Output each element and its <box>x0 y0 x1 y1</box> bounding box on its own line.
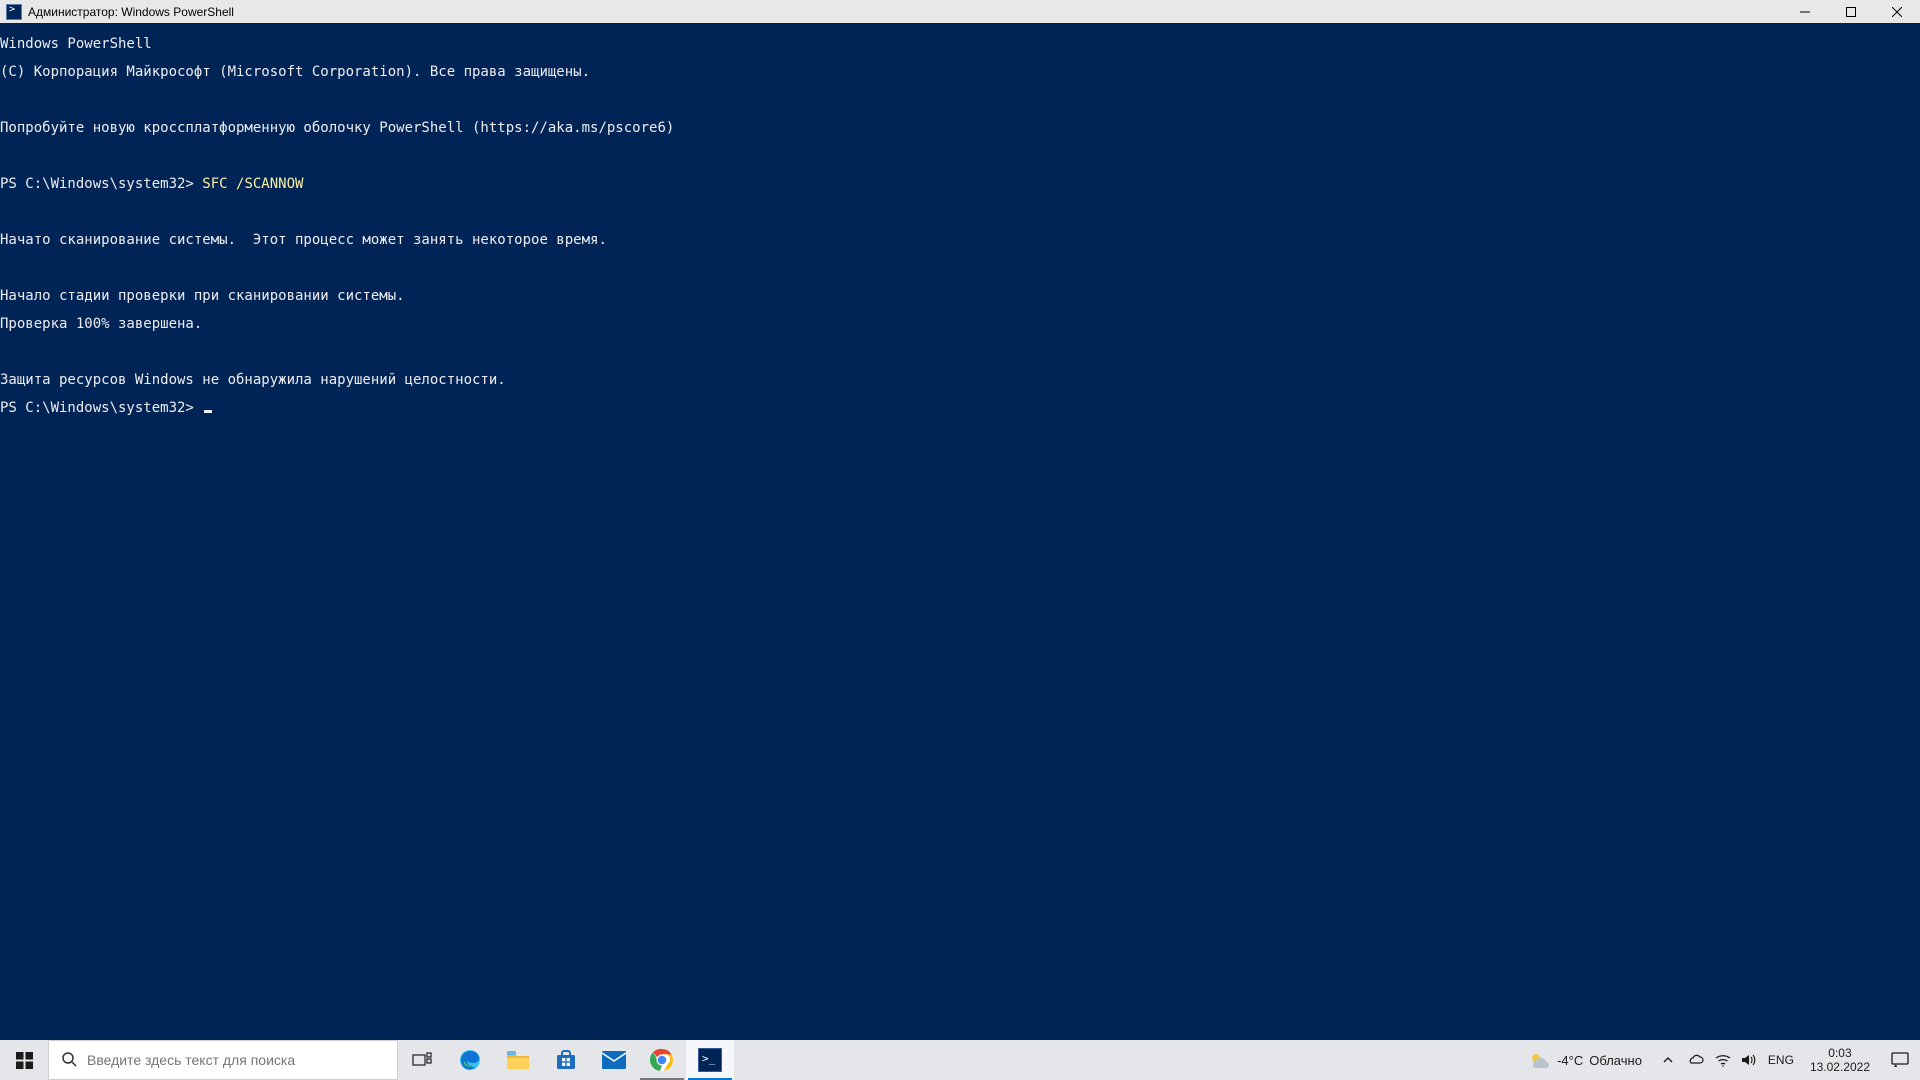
wifi-icon[interactable] <box>1710 1040 1736 1080</box>
console-line: Начало стадии проверки при сканировании … <box>0 289 1920 303</box>
weather-text: Облачно <box>1589 1053 1642 1068</box>
onedrive-icon[interactable] <box>1684 1040 1710 1080</box>
taskbar-app-microsoft-store[interactable] <box>542 1040 590 1080</box>
prompt: PS C:\Windows\system32> <box>0 400 202 416</box>
console-line: PS C:\Windows\system32> SFC /SCANNOW <box>0 177 1920 191</box>
tray-overflow-button[interactable] <box>1652 1040 1684 1080</box>
cursor <box>204 410 212 413</box>
taskbar-clock[interactable]: 0:03 13.02.2022 <box>1800 1040 1880 1080</box>
clock-time: 0:03 <box>1828 1046 1851 1060</box>
powershell-icon <box>6 4 22 20</box>
console-line: (C) Корпорация Майкрософт (Microsoft Cor… <box>0 65 1920 79</box>
lang-text: ENG <box>1768 1053 1794 1067</box>
console-line <box>0 261 1920 275</box>
powershell-window: Администратор: Windows PowerShell Window… <box>0 0 1920 1046</box>
taskbar-weather[interactable]: -4°C Облачно <box>1519 1040 1652 1080</box>
command-text: SFC /SCANNOW <box>202 176 303 192</box>
console-line <box>0 93 1920 107</box>
taskbar: Введите здесь текст для поиска <box>0 1040 1920 1080</box>
console-line: Попробуйте новую кроссплатформенную обол… <box>0 121 1920 135</box>
console-line: Защита ресурсов Windows не обнаружила на… <box>0 373 1920 387</box>
window-title: Администратор: Windows PowerShell <box>28 5 242 19</box>
prompt: PS C:\Windows\system32> <box>0 176 202 192</box>
taskbar-app-file-explorer[interactable] <box>494 1040 542 1080</box>
clock-date: 13.02.2022 <box>1810 1060 1870 1074</box>
taskbar-app-chrome[interactable] <box>638 1040 686 1080</box>
console-line <box>0 345 1920 359</box>
taskbar-app-powershell[interactable] <box>686 1040 734 1080</box>
minimize-button[interactable] <box>1782 0 1828 23</box>
taskbar-app-mail[interactable] <box>590 1040 638 1080</box>
input-language[interactable]: ENG <box>1762 1040 1800 1080</box>
maximize-button[interactable] <box>1828 0 1874 23</box>
console-line <box>0 205 1920 219</box>
console-line <box>0 149 1920 163</box>
console-line: Начато сканирование системы. Этот процес… <box>0 233 1920 247</box>
search-icon <box>61 1051 77 1070</box>
system-tray: -4°C Облачно ENG 0:03 13.02.2022 <box>1519 1040 1920 1080</box>
volume-icon[interactable] <box>1736 1040 1762 1080</box>
console-output[interactable]: Windows PowerShell (C) Корпорация Майкро… <box>0 23 1920 1046</box>
weather-temp: -4°C <box>1557 1053 1583 1068</box>
task-view-button[interactable] <box>398 1040 446 1080</box>
taskbar-search[interactable]: Введите здесь текст для поиска <box>48 1040 398 1080</box>
console-line: PS C:\Windows\system32> <box>0 401 1920 415</box>
powershell-icon <box>698 1048 722 1072</box>
taskbar-app-edge[interactable] <box>446 1040 494 1080</box>
close-button[interactable] <box>1874 0 1920 23</box>
start-button[interactable] <box>0 1040 48 1080</box>
action-center-button[interactable] <box>1880 1040 1920 1080</box>
console-line: Проверка 100% завершена. <box>0 317 1920 331</box>
titlebar[interactable]: Администратор: Windows PowerShell <box>0 0 1920 23</box>
console-line: Windows PowerShell <box>0 37 1920 51</box>
search-placeholder: Введите здесь текст для поиска <box>87 1052 295 1068</box>
